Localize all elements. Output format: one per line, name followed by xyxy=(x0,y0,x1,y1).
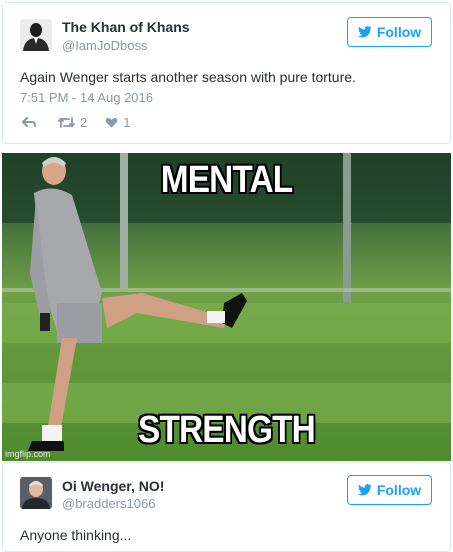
tweet-card: The Khan of Khans @IamJoDboss Follow Aga… xyxy=(2,2,451,144)
meme-bottom-text: STRENGTH xyxy=(137,408,317,452)
follow-label: Follow xyxy=(376,482,422,498)
retweet-count: 2 xyxy=(80,115,88,130)
display-name[interactable]: Oi Wenger, NO! xyxy=(62,478,164,494)
twitter-bird-icon xyxy=(357,26,372,38)
like-count: 1 xyxy=(123,115,131,130)
follow-label: Follow xyxy=(376,24,422,40)
tweet-text: Again Wenger starts another season with … xyxy=(20,69,356,85)
watermark: imgflip.com xyxy=(5,449,51,459)
user-handle[interactable]: @bradders1066 xyxy=(62,496,155,511)
retweet-button[interactable]: 2 xyxy=(58,115,87,130)
tweet-card: Oi Wenger, NO! @bradders1066 Follow Anyo… xyxy=(2,462,451,552)
follow-button[interactable]: Follow xyxy=(347,475,432,505)
avatar[interactable] xyxy=(20,19,52,51)
meme-image[interactable]: MENTAL STRENGTH imgflip.com xyxy=(2,153,451,461)
tweet-timestamp[interactable]: 7:51 PM - 14 Aug 2016 xyxy=(20,90,153,105)
reply-icon xyxy=(22,117,36,127)
twitter-bird-icon xyxy=(357,484,372,496)
like-button[interactable]: 1 xyxy=(105,115,130,130)
meme-top-text: MENTAL xyxy=(160,158,294,202)
user-handle[interactable]: @IamJoDboss xyxy=(62,38,147,53)
reply-button[interactable] xyxy=(22,117,36,128)
tweet-actions: 2 1 xyxy=(22,115,148,130)
follow-button[interactable]: Follow xyxy=(347,17,432,47)
retweet-icon xyxy=(58,117,75,128)
avatar[interactable] xyxy=(20,477,52,509)
display-name[interactable]: The Khan of Khans xyxy=(62,19,190,35)
heart-icon xyxy=(105,118,118,128)
tweet-text: Anyone thinking... xyxy=(20,527,132,543)
